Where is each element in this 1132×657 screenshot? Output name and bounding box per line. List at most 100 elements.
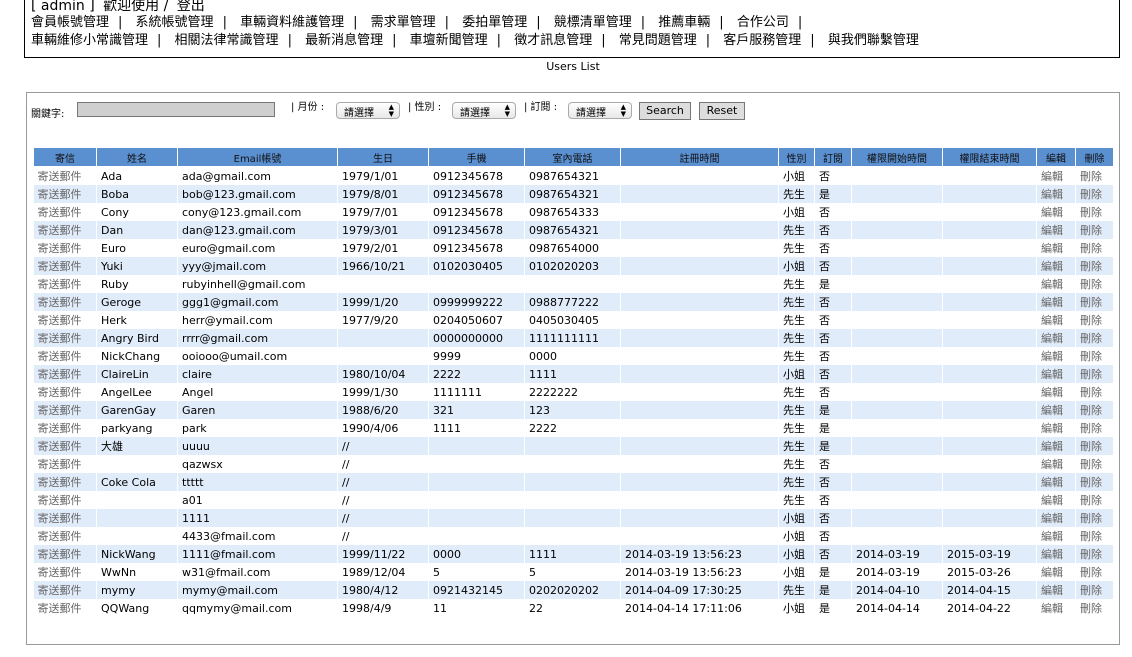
edit-link[interactable]: 編輯 [1036,599,1076,617]
delete-link[interactable]: 刪除 [1075,185,1114,203]
delete-link[interactable]: 刪除 [1075,491,1114,509]
send-mail-link[interactable]: 寄送郵件 [33,419,97,437]
send-mail-link[interactable]: 寄送郵件 [33,437,97,455]
delete-link[interactable]: 刪除 [1075,166,1114,185]
send-mail-link[interactable]: 寄送郵件 [33,509,97,527]
nav-requests[interactable]: 需求單管理 [371,15,436,30]
subscribe-select[interactable]: 請選擇 ▲ ▼ [568,102,632,119]
edit-link[interactable]: 編輯 [1036,383,1076,401]
send-mail-link[interactable]: 寄送郵件 [33,347,97,365]
edit-link[interactable]: 編輯 [1036,166,1076,185]
edit-link[interactable]: 編輯 [1036,275,1076,293]
edit-link[interactable]: 編輯 [1036,527,1076,545]
edit-link[interactable]: 編輯 [1036,203,1076,221]
edit-link[interactable]: 編輯 [1036,239,1076,257]
edit-link[interactable]: 編輯 [1036,221,1076,239]
send-mail-link[interactable]: 寄送郵件 [33,581,97,599]
send-mail-link[interactable]: 寄送郵件 [33,275,97,293]
send-mail-link[interactable]: 寄送郵件 [33,401,97,419]
edit-link[interactable]: 編輯 [1036,419,1076,437]
nav-recommended-vehicles[interactable]: 推薦車輛 [658,15,710,30]
edit-link[interactable]: 編輯 [1036,185,1076,203]
send-mail-link[interactable]: 寄送郵件 [33,166,97,185]
delete-link[interactable]: 刪除 [1075,221,1114,239]
delete-link[interactable]: 刪除 [1075,527,1114,545]
logout-link[interactable]: 登出 [177,0,205,14]
edit-link[interactable]: 編輯 [1036,563,1076,581]
nav-repair-tips[interactable]: 車輛維修小常識管理 [31,33,148,48]
edit-link[interactable]: 編輯 [1036,491,1076,509]
delete-link[interactable]: 刪除 [1075,599,1114,617]
delete-link[interactable]: 刪除 [1075,275,1114,293]
edit-link[interactable]: 編輯 [1036,365,1076,383]
search-button[interactable]: Search [639,102,691,120]
send-mail-link[interactable]: 寄送郵件 [33,455,97,473]
edit-link[interactable]: 編輯 [1036,509,1076,527]
users-panel: 關鍵字: | 月份 : 請選擇 ▲ ▼ | 性別 : 請選擇 ▲ ▼ | 訂閱 : … [26,92,1120,645]
delete-link[interactable]: 刪除 [1075,383,1114,401]
send-mail-link[interactable]: 寄送郵件 [33,365,97,383]
send-mail-link[interactable]: 寄送郵件 [33,383,97,401]
send-mail-link[interactable]: 寄送郵件 [33,599,97,617]
delete-link[interactable]: 刪除 [1075,437,1114,455]
delete-link[interactable]: 刪除 [1075,311,1114,329]
nav-system-accounts[interactable]: 系統帳號管理 [136,15,214,30]
send-mail-link[interactable]: 寄送郵件 [33,293,97,311]
edit-link[interactable]: 編輯 [1036,401,1076,419]
send-mail-link[interactable]: 寄送郵件 [33,311,97,329]
edit-link[interactable]: 編輯 [1036,455,1076,473]
send-mail-link[interactable]: 寄送郵件 [33,563,97,581]
delete-link[interactable]: 刪除 [1075,347,1114,365]
delete-link[interactable]: 刪除 [1075,563,1114,581]
nav-jobs[interactable]: 徵才訊息管理 [514,33,592,48]
delete-link[interactable]: 刪除 [1075,329,1114,347]
edit-link[interactable]: 編輯 [1036,293,1076,311]
registered-cell: 2014-04-09 17:30:25 [620,581,779,599]
nav-legal-info[interactable]: 相關法律常識管理 [175,33,279,48]
send-mail-link[interactable]: 寄送郵件 [33,329,97,347]
nav-faq[interactable]: 常見問題管理 [619,33,697,48]
delete-link[interactable]: 刪除 [1075,239,1114,257]
delete-link[interactable]: 刪除 [1075,419,1114,437]
delete-link[interactable]: 刪除 [1075,509,1114,527]
delete-link[interactable]: 刪除 [1075,473,1114,491]
delete-link[interactable]: 刪除 [1075,455,1114,473]
edit-link[interactable]: 編輯 [1036,347,1076,365]
send-mail-link[interactable]: 寄送郵件 [33,545,97,563]
reset-button[interactable]: Reset [699,102,745,120]
delete-link[interactable]: 刪除 [1075,401,1114,419]
gender-select[interactable]: 請選擇 ▲ ▼ [452,102,516,119]
send-mail-link[interactable]: 寄送郵件 [33,239,97,257]
nav-customer-service[interactable]: 客戶服務管理 [723,33,801,48]
edit-link[interactable]: 編輯 [1036,473,1076,491]
send-mail-link[interactable]: 寄送郵件 [33,473,97,491]
delete-link[interactable]: 刪除 [1075,293,1114,311]
nav-vehicle-data[interactable]: 車輛資料維護管理 [240,15,344,30]
edit-link[interactable]: 編輯 [1036,257,1076,275]
nav-latest-news[interactable]: 最新消息管理 [305,33,383,48]
edit-link[interactable]: 編輯 [1036,329,1076,347]
edit-link[interactable]: 編輯 [1036,545,1076,563]
send-mail-link[interactable]: 寄送郵件 [33,527,97,545]
send-mail-link[interactable]: 寄送郵件 [33,185,97,203]
nav-bid-lists[interactable]: 競標清單管理 [554,15,632,30]
delete-link[interactable]: 刪除 [1075,257,1114,275]
nav-member-accounts[interactable]: 會員帳號管理 [31,15,109,30]
delete-link[interactable]: 刪除 [1075,545,1114,563]
nav-partners[interactable]: 合作公司 [737,15,789,30]
send-mail-link[interactable]: 寄送郵件 [33,221,97,239]
keyword-input[interactable] [77,102,275,117]
delete-link[interactable]: 刪除 [1075,203,1114,221]
nav-contact-us[interactable]: 與我們聯繫管理 [828,33,919,48]
edit-link[interactable]: 編輯 [1036,311,1076,329]
delete-link[interactable]: 刪除 [1075,581,1114,599]
nav-consignments[interactable]: 委拍單管理 [462,15,527,30]
nav-car-news[interactable]: 車壇新聞管理 [410,33,488,48]
send-mail-link[interactable]: 寄送郵件 [33,491,97,509]
edit-link[interactable]: 編輯 [1036,437,1076,455]
send-mail-link[interactable]: 寄送郵件 [33,257,97,275]
edit-link[interactable]: 編輯 [1036,581,1076,599]
delete-link[interactable]: 刪除 [1075,365,1114,383]
month-select[interactable]: 請選擇 ▲ ▼ [336,102,400,119]
send-mail-link[interactable]: 寄送郵件 [33,203,97,221]
